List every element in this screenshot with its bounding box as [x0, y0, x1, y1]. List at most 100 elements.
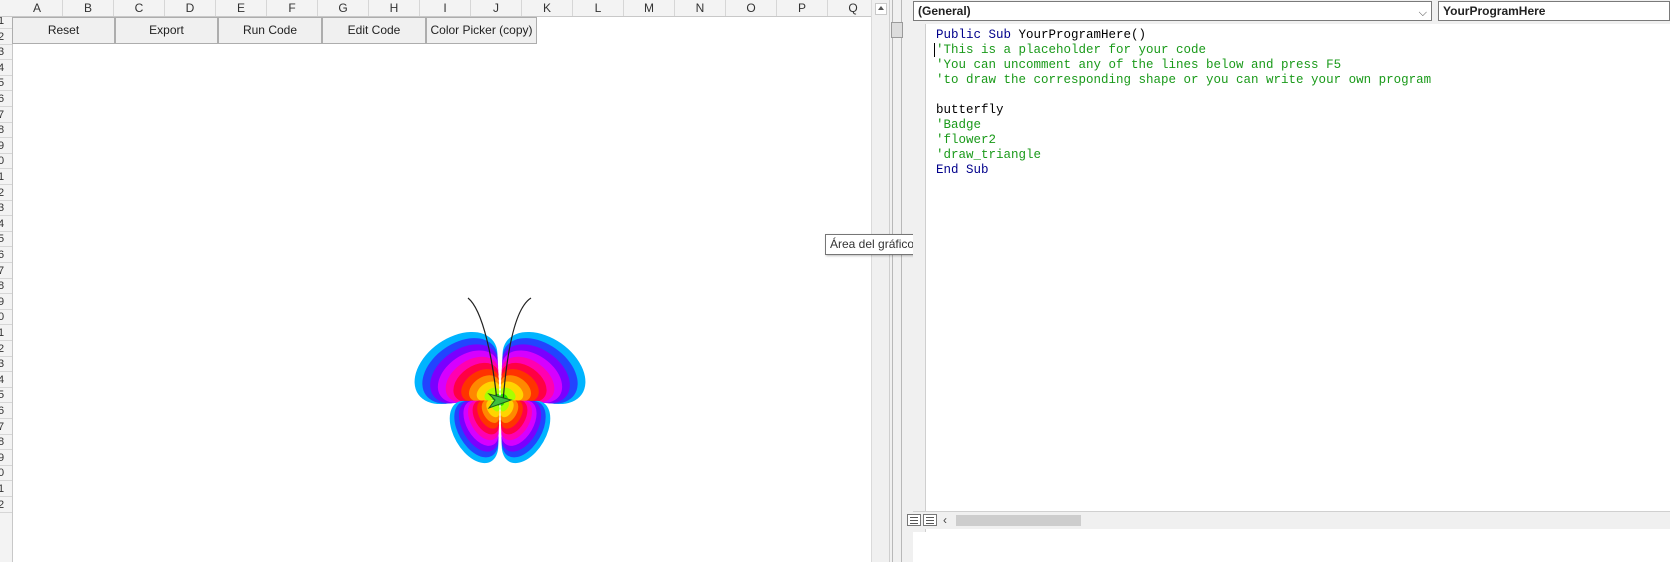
code-line[interactable]: 'to draw the corresponding shape or you … — [936, 73, 1431, 88]
text-caret — [934, 43, 935, 57]
code-comment: 'draw_triangle — [936, 148, 1042, 162]
row-header[interactable]: 6 — [0, 247, 12, 263]
row-header[interactable]: 3 — [0, 200, 12, 217]
spreadsheet-area[interactable]: ABCDEFGHIJKLMNOPQ 1234567890123456789012… — [0, 0, 871, 562]
row-header[interactable]: 1 — [0, 169, 12, 185]
column-header-bar: ABCDEFGHIJKLMNOPQ — [0, 0, 871, 17]
code-statement: butterfly — [936, 103, 1004, 117]
row-header[interactable]: 2 — [0, 497, 12, 513]
sheet-vertical-scrollbar[interactable] — [871, 0, 890, 562]
row-header[interactable]: 6 — [0, 91, 12, 107]
row-header[interactable]: 4 — [0, 60, 12, 76]
object-combo[interactable]: (General) ⌵ — [913, 1, 1432, 21]
column-header-o[interactable]: O — [726, 0, 777, 16]
row-header[interactable]: 5 — [0, 231, 12, 248]
code-comment: 'This is a placeholder for your code — [936, 43, 1207, 57]
row-header[interactable]: 7 — [0, 419, 12, 435]
code-line[interactable]: End Sub — [936, 163, 1431, 178]
code-line[interactable]: butterfly — [936, 103, 1431, 118]
row-header[interactable]: 2 — [0, 341, 12, 357]
column-header-g[interactable]: G — [318, 0, 369, 16]
code-line[interactable]: 'This is a placeholder for your code — [936, 43, 1431, 58]
horizontal-scroll-thumb[interactable] — [956, 515, 1081, 526]
column-header-p[interactable]: P — [777, 0, 828, 16]
column-header-c[interactable]: C — [114, 0, 165, 16]
procedure-view-icon[interactable] — [907, 514, 921, 526]
row-header[interactable]: 1 — [0, 481, 12, 497]
row-header[interactable]: 8 — [0, 434, 12, 451]
column-header-e[interactable]: E — [216, 0, 267, 16]
row-header[interactable]: 4 — [0, 372, 12, 388]
splitter-handle[interactable] — [891, 22, 903, 38]
row-header[interactable]: 0 — [0, 465, 12, 482]
code-statement: End Sub — [936, 163, 989, 177]
editor-horizontal-scrollbar[interactable]: ‹ — [907, 511, 1670, 529]
export-button[interactable]: Export — [115, 17, 218, 44]
row-header[interactable]: 9 — [0, 138, 12, 154]
window-splitter[interactable] — [889, 0, 914, 562]
column-header-d[interactable]: D — [165, 0, 216, 16]
column-header-q[interactable]: Q — [828, 0, 871, 16]
butterfly-drawing[interactable] — [405, 290, 595, 465]
row-header[interactable]: 9 — [0, 450, 12, 466]
row-header[interactable]: 6 — [0, 403, 12, 419]
row-header[interactable]: 3 — [0, 356, 12, 373]
row-header[interactable]: 0 — [0, 153, 12, 170]
column-header-j[interactable]: J — [471, 0, 522, 16]
full-module-view-icon[interactable] — [923, 514, 937, 526]
scroll-left-icon[interactable]: ‹ — [943, 513, 947, 527]
code-line[interactable]: 'Badge — [936, 118, 1431, 133]
row-header[interactable]: 1 — [0, 17, 12, 29]
run-code-button[interactable]: Run Code — [218, 17, 322, 44]
row-header[interactable]: 7 — [0, 107, 12, 123]
code-editor-window[interactable]: (General) ⌵ YourProgramHere Public Sub Y… — [907, 0, 1670, 562]
row-header[interactable]: 2 — [0, 185, 12, 201]
column-header-n[interactable]: N — [675, 0, 726, 16]
column-header-l[interactable]: L — [573, 0, 624, 16]
procedure-combo-value: YourProgramHere — [1443, 4, 1546, 18]
row-header[interactable]: 7 — [0, 263, 12, 279]
code-line[interactable]: 'flower2 — [936, 133, 1431, 148]
column-header-a[interactable]: A — [12, 0, 63, 16]
code-margin-indicator-bar[interactable] — [913, 24, 926, 532]
butterfly-wings — [414, 331, 586, 464]
procedure-combo[interactable]: YourProgramHere — [1438, 1, 1670, 21]
row-header-bar: 12345678901234567890123456789012 — [0, 17, 13, 562]
column-header-f[interactable]: F — [267, 0, 318, 16]
column-header-m[interactable]: M — [624, 0, 675, 16]
code-comment: 'Badge — [936, 118, 982, 132]
column-header-b[interactable]: B — [63, 0, 114, 16]
code-line[interactable]: Public Sub YourProgramHere() — [936, 28, 1431, 43]
code-identifier: YourProgramHere() — [1018, 28, 1147, 42]
code-text-area[interactable]: Public Sub YourProgramHere() 'This is a p… — [936, 28, 1431, 178]
row-header[interactable]: 8 — [0, 122, 12, 139]
code-comment: 'You can uncomment any of the lines belo… — [936, 58, 1342, 72]
reset-button[interactable]: Reset — [12, 17, 115, 44]
row-header[interactable]: 4 — [0, 216, 12, 232]
row-header[interactable]: 5 — [0, 387, 12, 404]
splitter-grip — [892, 0, 902, 562]
row-header[interactable]: 8 — [0, 278, 12, 295]
edit-code-button[interactable]: Edit Code — [322, 17, 426, 44]
row-header[interactable]: 9 — [0, 294, 12, 310]
scroll-up-icon[interactable] — [875, 3, 887, 15]
code-comment: 'to draw the corresponding shape or you … — [936, 73, 1432, 87]
object-combo-value: (General) — [918, 4, 971, 18]
code-line[interactable]: 'You can uncomment any of the lines belo… — [936, 58, 1431, 73]
code-comment: 'flower2 — [936, 133, 997, 147]
code-keyword: Public Sub — [936, 28, 1019, 42]
chart-area-tooltip: Área del gráfico — [825, 234, 920, 255]
color-picker-button[interactable]: Color Picker (copy) — [426, 17, 537, 44]
row-header[interactable]: 0 — [0, 309, 12, 326]
row-header[interactable]: 2 — [0, 29, 12, 45]
editor-combo-bar: (General) ⌵ YourProgramHere — [913, 0, 1670, 24]
row-header[interactable]: 5 — [0, 75, 12, 92]
chevron-down-icon[interactable]: ⌵ — [1419, 4, 1427, 22]
column-header-h[interactable]: H — [369, 0, 420, 16]
row-header[interactable]: 3 — [0, 44, 12, 61]
column-header-k[interactable]: K — [522, 0, 573, 16]
code-line[interactable] — [936, 88, 1431, 103]
code-line[interactable]: 'draw_triangle — [936, 148, 1431, 163]
row-header[interactable]: 1 — [0, 325, 12, 341]
column-header-i[interactable]: I — [420, 0, 471, 16]
